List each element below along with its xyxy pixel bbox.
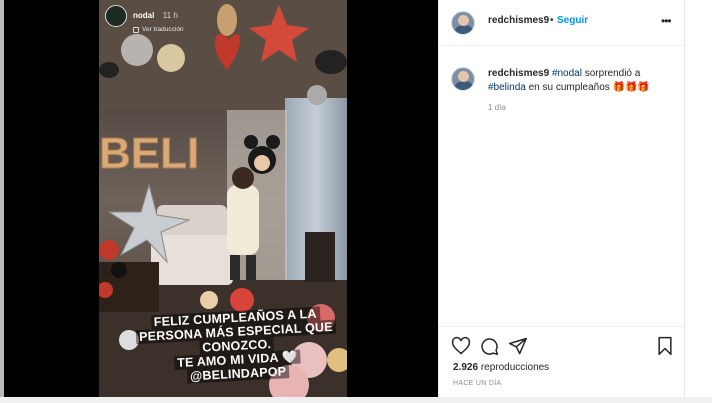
more-horizontal-icon[interactable]: ••• — [661, 14, 672, 28]
comment-username[interactable]: redchismes9 — [488, 68, 549, 79]
hashtag-belinda[interactable]: #belinda — [488, 82, 526, 93]
translate-label: Ver traducción — [142, 26, 184, 33]
bottom-edge — [0, 397, 712, 403]
hashtag-nodal[interactable]: #nodal — [552, 68, 582, 79]
avatar[interactable] — [451, 11, 475, 35]
views-label: reproducciones — [480, 362, 550, 373]
views-number: 2.926 — [453, 362, 479, 373]
comment-text-2: en su cumpleaños — [525, 82, 613, 93]
instagram-embed: BELI nodal 11 h Ver traducción FELIZ CUM… — [0, 0, 712, 403]
heart-icon[interactable] — [451, 336, 471, 356]
story-avatar[interactable] — [105, 5, 127, 27]
translate-link[interactable]: Ver traducción — [133, 26, 184, 33]
comment-avatar[interactable] — [451, 67, 475, 91]
comment-icon[interactable] — [479, 336, 499, 356]
balloon-letters: BELI — [99, 129, 199, 178]
story-time: 11 h — [162, 11, 178, 20]
story-frame: BELI nodal 11 h Ver traducción FELIZ CUM… — [99, 0, 347, 397]
post-caption: redchismes9 #nodal sorprendió a #belinda… — [488, 67, 668, 95]
action-bar: 2.926 reproducciones HACE UN DÍA — [439, 326, 685, 398]
posted-time[interactable]: HACE UN DÍA — [453, 380, 501, 387]
views-count: 2.926 reproducciones — [453, 362, 549, 373]
comment-text-1: sorprendió a — [581, 68, 641, 79]
story-username[interactable]: nodal — [133, 11, 154, 20]
follow-button[interactable]: Seguir — [557, 15, 588, 26]
comment-time[interactable]: 1 día — [488, 103, 506, 112]
comment-emoji: 🎁🎁🎁 — [612, 82, 650, 93]
translate-icon — [133, 26, 139, 33]
post-header: redchismes9 • Seguir ••• — [439, 0, 685, 46]
bookmark-icon[interactable] — [655, 336, 675, 356]
send-icon[interactable] — [508, 336, 528, 356]
header-separator: • — [550, 15, 554, 26]
story-header: nodal 11 h Ver traducción — [105, 5, 184, 33]
header-username[interactable]: redchismes9 — [488, 15, 549, 26]
story-caption: FELIZ CUMPLEAÑOS A LA PERSONA MÁS ESPECI… — [119, 305, 347, 387]
video-player[interactable]: BELI nodal 11 h Ver traducción FELIZ CUM… — [4, 0, 438, 397]
post-panel: redchismes9 • Seguir ••• redchismes9 #no… — [438, 0, 685, 398]
right-edge — [684, 0, 712, 403]
